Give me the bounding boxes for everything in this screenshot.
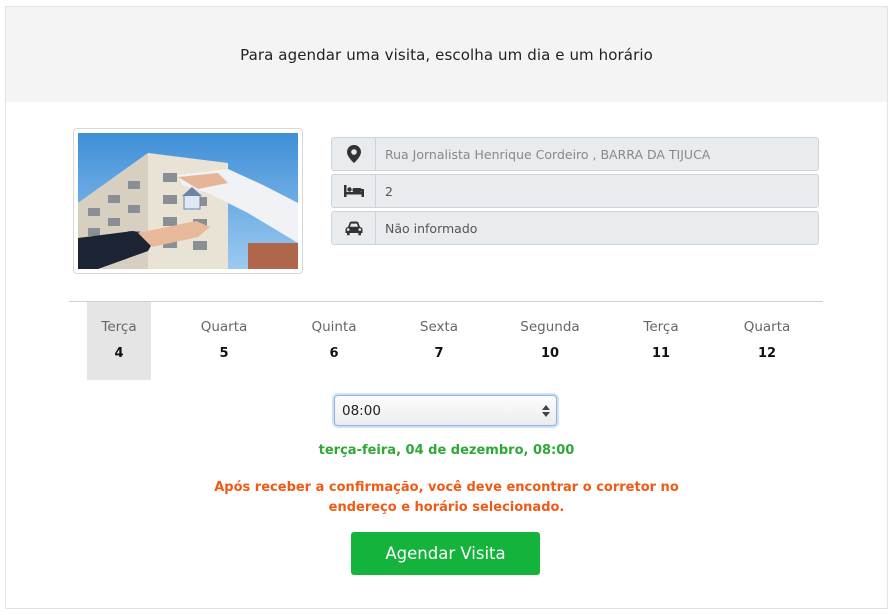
- day-date: 12: [757, 346, 777, 361]
- selection-summary: terça-feira, 04 de dezembro, 08:00: [318, 443, 575, 458]
- day-date: 4: [114, 346, 124, 361]
- day-date: 5: [219, 346, 229, 361]
- day-date: 7: [434, 346, 444, 361]
- day-option[interactable]: Terça 11: [629, 302, 693, 380]
- day-name: Quarta: [743, 319, 791, 335]
- page-title: Para agendar uma visita, escolha um dia …: [240, 45, 653, 64]
- day-option[interactable]: Sexta 7: [407, 302, 471, 380]
- bedrooms-text: 2: [385, 183, 393, 199]
- day-date: 11: [651, 346, 671, 361]
- warning-line-2: endereço e horário selecionado.: [328, 500, 565, 515]
- address-field: Rua Jornalista Henrique Cordeiro , BARRA…: [331, 137, 819, 171]
- property-photo: [73, 128, 303, 274]
- day-name: Quarta: [200, 319, 248, 335]
- day-name: Terça: [101, 319, 137, 335]
- time-select[interactable]: 08:00: [334, 395, 557, 426]
- property-image: [78, 133, 298, 269]
- time-select-value: 08:00: [342, 402, 381, 419]
- day-name: Terça: [643, 319, 679, 335]
- parking-field: Não informado: [331, 211, 819, 245]
- day-name: Segunda: [520, 319, 580, 335]
- bedrooms-field: 2: [331, 174, 819, 208]
- address-text: Rua Jornalista Henrique Cordeiro , BARRA…: [385, 146, 711, 162]
- day-selector: Terça 4 Quarta 5 Quinta 6 Sexta 7 Segund…: [87, 302, 799, 380]
- day-option[interactable]: Quarta 12: [735, 302, 799, 380]
- car-icon: [332, 212, 376, 244]
- warning-line-1: Após receber a confirmação, você deve en…: [214, 480, 679, 495]
- day-option[interactable]: Terça 4: [87, 302, 151, 380]
- day-name: Sexta: [419, 319, 459, 335]
- parking-text: Não informado: [385, 220, 478, 236]
- scheduling-panel: Para agendar uma visita, escolha um dia …: [5, 6, 888, 609]
- bed-icon: [332, 175, 376, 207]
- confirmation-warning: Após receber a confirmação, você deve en…: [6, 478, 887, 518]
- day-option[interactable]: Segunda 10: [518, 302, 582, 380]
- map-marker-icon: [332, 138, 376, 170]
- day-date: 6: [329, 346, 339, 361]
- day-option[interactable]: Quarta 5: [192, 302, 256, 380]
- day-option[interactable]: Quinta 6: [302, 302, 366, 380]
- day-date: 10: [540, 346, 560, 361]
- day-name: Quinta: [311, 319, 357, 335]
- select-arrows-icon: [542, 405, 550, 417]
- schedule-visit-button[interactable]: Agendar Visita: [351, 532, 540, 575]
- page-header: Para agendar uma visita, escolha um dia …: [6, 7, 887, 102]
